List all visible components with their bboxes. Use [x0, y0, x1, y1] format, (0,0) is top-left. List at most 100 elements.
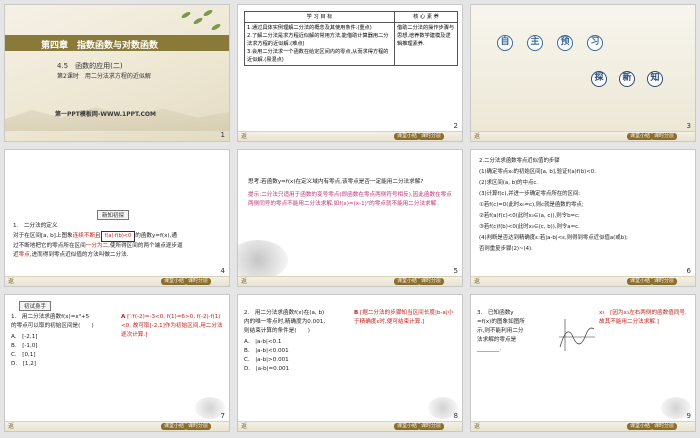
homework-button[interactable]: 课时分层: [184, 278, 211, 285]
homework-button[interactable]: 课时分层: [417, 278, 444, 285]
section-header: 初试身手: [19, 301, 52, 311]
think-tip: 提示:二分法只适用于函数的变号零点(即函数在零点两侧符号相反),因此函数在零点两…: [248, 191, 454, 209]
question-line: 2. 用二分法求函数f(x)在(a, b): [244, 310, 325, 316]
slide-thumbnail-7[interactable]: 初试身手 1. 用二分法求函数f(x)=x³+5 的零点可以取的初始区间是( )…: [4, 294, 230, 432]
ink-decoration: [238, 240, 288, 280]
homework-button[interactable]: 课时分层: [650, 278, 677, 285]
goal-cell: 1.通过具体实例理解二分法的概念及其使用条件.(重点) 2.了解二分法是求方程近…: [244, 22, 395, 66]
think-block: 思考:若函数y=f(x)在定义域内有零点,该零点是否一定能用二分法求解? 提示:…: [248, 178, 454, 209]
answer-block: B [据二分法的步骤知当区间长度|b-a|小于精确度ε时,便可结束计算.]: [354, 309, 458, 327]
title-char-circle: 自: [497, 35, 513, 51]
back-link[interactable]: 返: [8, 276, 14, 285]
question-line: 1. 用二分法求函数f(x)=x³+5: [11, 314, 90, 320]
homework-button[interactable]: 课时分层: [417, 423, 444, 430]
question-line: 示,则不能利用二分: [477, 328, 524, 334]
slide-number: 1: [220, 131, 225, 139]
back-link[interactable]: 返: [241, 276, 247, 285]
core-literacy-cell: 借助二分法的操作步骤与思想,培养数学建模及逻辑推理素养.: [394, 22, 458, 66]
question-block: 3. 已知函数y =f(x)的图象如图所 示,则不能利用二分 法求解的零点是 _…: [477, 309, 557, 354]
question-block: 2. 用二分法求函数f(x)在(a, b) 内的唯一零点时,精确度为0.001,…: [244, 309, 352, 374]
step-line: ①若f(c)=0(此时x₀=c),则c就是函数的零点;: [479, 202, 584, 208]
text-run: 对于在区间[a, b]上图象: [13, 233, 73, 239]
brand-text: 第一PPT模板网-WWW.1PPT.COM: [55, 111, 156, 118]
goal-2: 2.了解二分法是求方程近似解的常用方法,能借助计算器用二分法求方程的近似解.(难…: [247, 33, 389, 47]
back-link[interactable]: 返: [474, 276, 480, 285]
text-run: ,使所得区间的两个端点逐步逼: [108, 243, 183, 249]
text-run: 过不断地把它的零点所在区间: [13, 243, 86, 249]
slide-number: 3: [686, 122, 691, 130]
option-d: D. |a-b|=0.001: [244, 366, 290, 372]
option-b: B. |a-b|<0.001: [244, 348, 289, 354]
question-line: 的零点可以取的初始区间是( ): [11, 323, 94, 329]
highlight-zero: 零点: [18, 252, 30, 258]
highlight-continuous: 连续不断: [72, 233, 96, 239]
option-b: B. [-1,0]: [11, 343, 38, 349]
summary-button[interactable]: 课堂小结: [393, 278, 420, 285]
summary-button[interactable]: 课堂小结: [393, 423, 420, 430]
homework-button[interactable]: 课时分层: [417, 133, 444, 140]
slide-thumbnail-5[interactable]: 思考:若函数y=f(x)在定义域内有零点,该零点是否一定能用二分法求解? 提示:…: [237, 149, 463, 287]
goal-3: 3.会用二分法求一个函数在给定区间内的零点,从而求得方程的近似解.(易混点): [247, 49, 389, 63]
option-a: A. [-2,1]: [11, 334, 38, 340]
option-c: C. [0,1]: [11, 352, 36, 358]
slide-background: [471, 5, 695, 141]
homework-button[interactable]: 课时分层: [184, 423, 211, 430]
slide-number: 8: [453, 412, 458, 420]
back-link[interactable]: 返: [474, 421, 480, 430]
step-line: (4)判断是否达到精确度ε:若|a-b|<ε,则得到零点近似值a(或b);: [479, 235, 628, 241]
definition-line: 过不断地把它的零点所在区间一分为二,使所得区间的两个端点逐步逼: [13, 242, 225, 251]
summary-button[interactable]: 课堂小结: [393, 133, 420, 140]
slide-number: 9: [686, 412, 691, 420]
question-line: 3. 已知函数y: [477, 310, 514, 316]
answer-letter: A: [121, 314, 126, 320]
formula-box: f(a)·f(b)<0: [100, 231, 136, 242]
summary-button[interactable]: 课堂小结: [626, 278, 653, 285]
step-line: 否则重复步骤(2)~(4).: [479, 246, 533, 252]
back-link[interactable]: 返: [241, 421, 247, 430]
summary-button[interactable]: 课堂小结: [160, 278, 187, 285]
answer-block: x₃ [因为x₃左右两侧的函数值同号,故其不能用二分法求解.]: [599, 309, 691, 327]
step-line: ③若f(c)f(b)<0(此时x₀∈(c, b)),则令a=c.: [479, 224, 580, 230]
chapter-title: 第四章 指数函数与对数函数: [41, 41, 159, 51]
slide-thumbnail-6[interactable]: 2.二分法求函数零点近似值的步骤 (1)确定零点x₀的初始区间[a, b],验证…: [470, 149, 696, 287]
slide-thumbnail-1[interactable]: 第四章 指数函数与对数函数 4.5 函数的应用(二) 第2课时 用二分法求方程的…: [4, 4, 230, 142]
slide-thumbnail-3[interactable]: 自 主 预 习 探 新 知 返 课堂小结 课时分层 3: [470, 4, 696, 142]
title-char-circle: 预: [557, 35, 573, 51]
step-line: (3)计算f(c),并进一步确定零点所在的区间:: [479, 191, 581, 197]
goal-1: 1.通过具体实例理解二分法的概念及其使用条件.(重点): [247, 25, 372, 31]
tip-label: 提示:: [248, 192, 262, 198]
answer-explanation: x₃ [因为x₃左右两侧的函数值同号,故其不能用二分法求解.]: [599, 310, 687, 325]
answer-explanation: [据二分法的步骤知当区间长度|b-a|小于精确度ε时,便可结束计算.]: [354, 310, 454, 325]
back-link[interactable]: 返: [8, 421, 14, 430]
back-link[interactable]: 返: [241, 131, 247, 140]
slide-thumbnail-2[interactable]: 学 习 目 标 核 心 素 养 1.通过具体实例理解二分法的概念及其使用条件.(…: [237, 4, 463, 142]
summary-button[interactable]: 课堂小结: [626, 133, 653, 140]
step-line: ②若f(a)f(c)<0(此时x₀∈(a, c)),则令b=c;: [479, 213, 580, 219]
slide-number: 7: [220, 412, 225, 420]
section-header: 新知初探: [97, 210, 130, 220]
slide-thumbnail-4[interactable]: 新知初探 1. 二分法的定义 对于在区间[a, b]上图象连续不断且 f(a)·f…: [4, 149, 230, 287]
option-c: C. |a-b|>0.001: [244, 357, 289, 363]
homework-button[interactable]: 课时分层: [650, 133, 677, 140]
title-char-circle: 知: [647, 71, 663, 87]
slide-thumbnail-9[interactable]: 3. 已知函数y =f(x)的图象如图所 示,则不能利用二分 法求解的零点是 _…: [470, 294, 696, 432]
question-line: ________.: [477, 346, 502, 352]
summary-button[interactable]: 课堂小结: [160, 423, 187, 430]
back-link[interactable]: 返: [474, 131, 480, 140]
slide-thumbnail-8[interactable]: 2. 用二分法求函数f(x)在(a, b) 内的唯一零点时,精确度为0.001,…: [237, 294, 463, 432]
definition-heading: 1. 二分法的定义: [13, 223, 58, 229]
question-line: =f(x)的图象如图所: [477, 319, 525, 325]
title-char-circle: 主: [527, 35, 543, 51]
answer-explanation: [∵f(-2)=-3<0, f(1)=6>0, f(-2)·f(1)<0, 故可…: [121, 314, 223, 338]
step-line: (1)确定零点x₀的初始区间[a, b],验证f(a)f(b)<0.: [479, 169, 596, 175]
section-title: 4.5 函数的应用(二): [57, 62, 123, 70]
option-d: D. [1,2]: [11, 361, 36, 367]
homework-button[interactable]: 课时分层: [650, 423, 677, 430]
tip-text: 二分法只适用于函数的变号零点(即函数在零点两侧符号相反),因此函数在零点两侧同号…: [248, 192, 452, 207]
slide-number: 6: [686, 267, 691, 275]
slide-number: 5: [453, 267, 458, 275]
title-char-circle: 探: [591, 71, 607, 87]
function-graph: [559, 319, 595, 351]
lesson-title: 第2课时 用二分法求方程的近似解: [57, 73, 151, 80]
summary-button[interactable]: 课堂小结: [626, 423, 653, 430]
